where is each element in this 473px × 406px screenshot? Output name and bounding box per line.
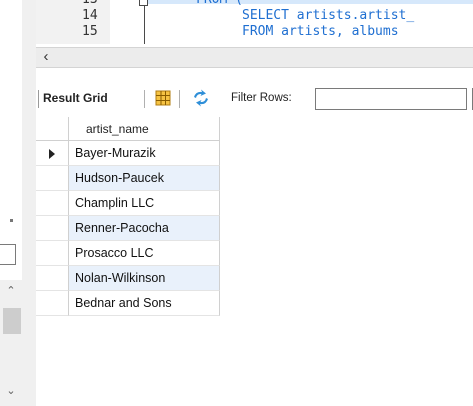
pane-divider[interactable] — [22, 0, 36, 406]
line-number: 15 — [82, 24, 98, 39]
line-number: 14 — [82, 8, 98, 23]
column-header-artist-name[interactable]: artist_name — [69, 117, 220, 141]
table-cell[interactable]: Renner-Pacocha — [69, 216, 220, 241]
table-row[interactable]: Nolan-Wilkinson — [36, 266, 220, 291]
table-row[interactable]: Renner-Pacocha — [36, 216, 220, 241]
toolbar-divider — [144, 90, 145, 108]
table-row[interactable]: Prosacco LLC — [36, 241, 220, 266]
table-cell[interactable]: Bayer-Murazik — [69, 141, 220, 166]
left-pane-marker — [10, 219, 13, 222]
toolbar-divider — [179, 90, 180, 108]
refresh-icon[interactable] — [191, 89, 211, 107]
fold-toggle-icon[interactable] — [139, 0, 148, 6]
table-row[interactable]: Hudson-Paucek — [36, 166, 220, 191]
row-selector[interactable] — [36, 266, 69, 291]
row-selector[interactable] — [36, 291, 69, 316]
filter-rows-input[interactable] — [315, 88, 467, 110]
table-row[interactable]: Champlin LLC — [36, 191, 220, 216]
scrollbar-thumb[interactable] — [3, 308, 21, 334]
current-row-pointer-icon — [49, 149, 55, 159]
editor-horizontal-scrollbar[interactable]: ‹ — [36, 47, 473, 68]
left-pane-input[interactable] — [0, 244, 16, 265]
row-selector[interactable] — [36, 141, 69, 166]
table-cell[interactable]: Champlin LLC — [69, 191, 220, 216]
toolbar-divider — [38, 90, 39, 108]
table-row[interactable]: Bednar and Sons — [36, 291, 220, 316]
table-cell[interactable]: Nolan-Wilkinson — [69, 266, 220, 291]
grid-layout-icon[interactable] — [155, 90, 171, 106]
table-row[interactable]: Bayer-Murazik — [36, 141, 220, 166]
table-cell[interactable]: Prosacco LLC — [69, 241, 220, 266]
result-toolbar: Result Grid Filter Rows: — [36, 80, 473, 114]
row-selector[interactable] — [36, 216, 69, 241]
grid-corner[interactable] — [36, 117, 69, 141]
code-line: FROM ( — [196, 0, 243, 8]
scroll-up-icon[interactable]: ⌃ — [4, 284, 18, 298]
row-selector[interactable] — [36, 241, 69, 266]
line-number: 13 — [82, 0, 110, 8]
result-grid[interactable]: artist_name Bayer-Murazik Hudson-Paucek Ch… — [36, 117, 473, 406]
table-cell[interactable]: Bednar and Sons — [69, 291, 220, 316]
row-selector[interactable] — [36, 166, 69, 191]
left-pane-scrollbar[interactable]: ⌃ ⌄ — [0, 280, 22, 406]
sql-editor[interactable]: 13 FROM ( 14 SELECT artists.artist_ 15 F… — [36, 0, 473, 44]
table-cell[interactable]: Hudson-Paucek — [69, 166, 220, 191]
chevron-left-icon[interactable]: ‹ — [39, 48, 53, 67]
code-line: SELECT artists.artist_ — [242, 8, 415, 23]
filter-rows-label: Filter Rows: — [231, 92, 292, 104]
fold-guide — [144, 0, 145, 44]
row-selector[interactable] — [36, 191, 69, 216]
result-grid-tab[interactable]: Result Grid — [43, 91, 108, 105]
scroll-down-icon[interactable]: ⌄ — [4, 384, 18, 398]
code-line: FROM artists, albums — [242, 24, 399, 39]
